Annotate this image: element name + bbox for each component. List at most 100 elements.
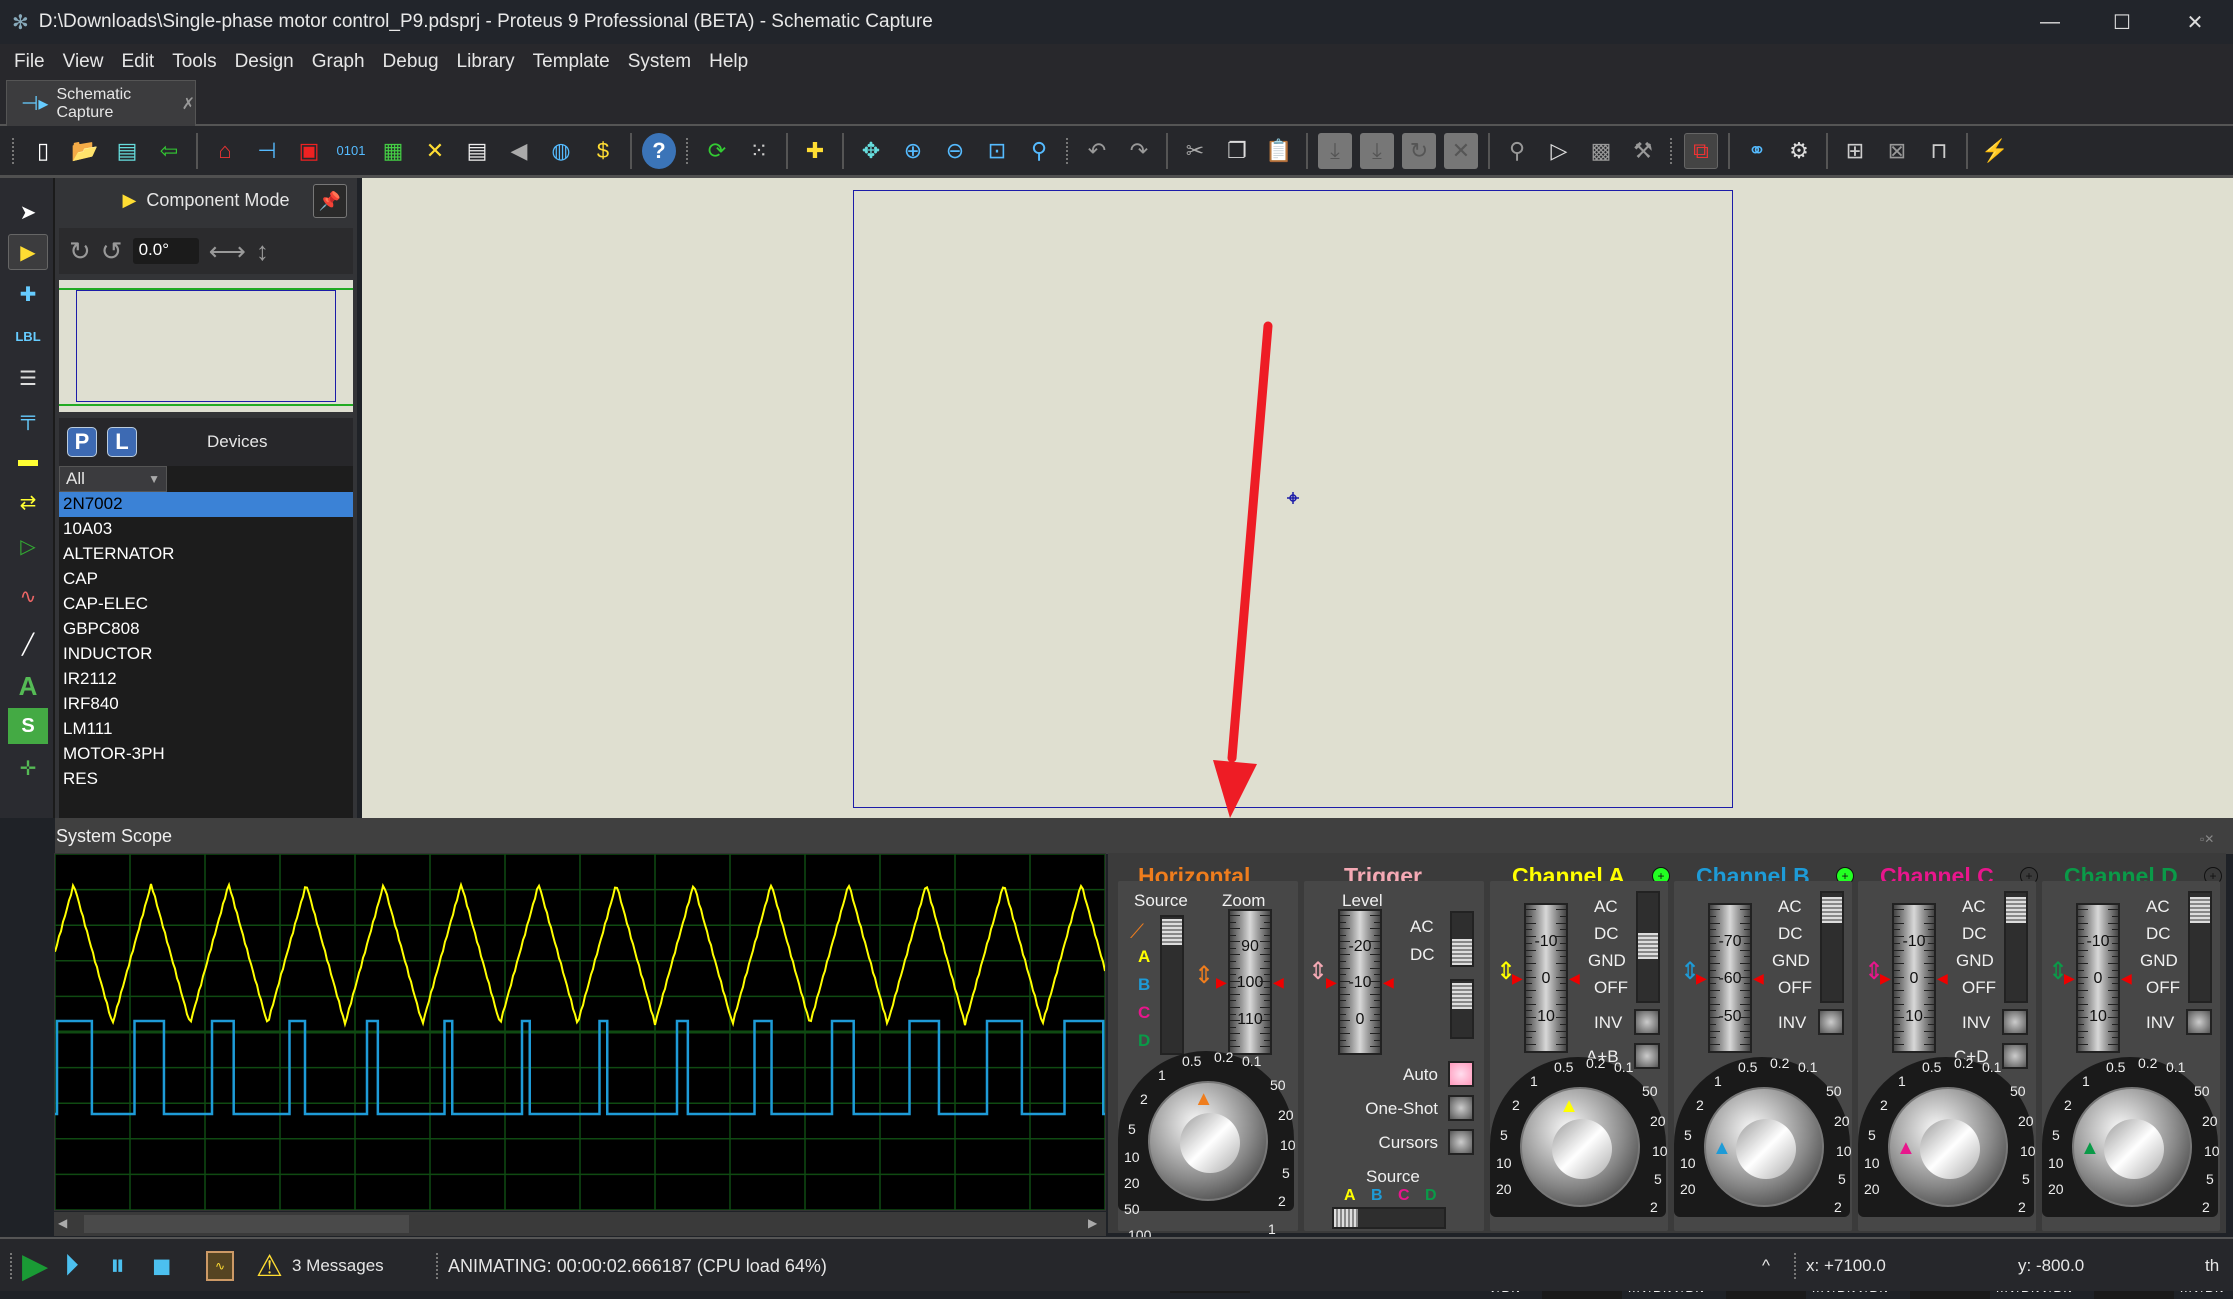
device-item-10a03[interactable]: 10A03 bbox=[59, 517, 353, 542]
pick-devices-button[interactable]: P bbox=[67, 427, 97, 457]
trigger-source-b[interactable]: B bbox=[1371, 1187, 1383, 1205]
pan-icon[interactable]: ✥ bbox=[854, 133, 888, 169]
scope-horizontal-scrollbar[interactable]: ◀ ▶ bbox=[54, 1212, 1106, 1236]
source-slider[interactable] bbox=[1160, 915, 1184, 1055]
zoom-scale[interactable]: 90 100 110 bbox=[1228, 909, 1272, 1055]
minimize-button[interactable]: — bbox=[2015, 0, 2085, 44]
channel-a-coupling-switch[interactable] bbox=[1636, 891, 1660, 1003]
decompose-icon[interactable]: ⚒ bbox=[1626, 133, 1660, 169]
menu-file[interactable]: File bbox=[14, 51, 45, 73]
stop-icon[interactable]: ■ bbox=[152, 1239, 171, 1293]
switch-thumb[interactable] bbox=[1452, 983, 1472, 1009]
one-shot-button[interactable] bbox=[1448, 1095, 1474, 1121]
tab-schematic-capture[interactable]: ⊣▸ Schematic Capture ✗ bbox=[6, 80, 196, 126]
save-icon[interactable]: ▤ bbox=[110, 133, 144, 169]
electrical-rule-check-icon[interactable]: ⚡ bbox=[1978, 133, 2012, 169]
new-file-icon[interactable]: ▯ bbox=[26, 133, 60, 169]
goto-child-icon[interactable]: ⊓ bbox=[1922, 133, 1956, 169]
device-item-cap[interactable]: CAP bbox=[59, 567, 353, 592]
status-grip[interactable] bbox=[10, 1253, 14, 1279]
trigger-source-d[interactable]: D bbox=[1425, 1187, 1437, 1205]
make-device-icon[interactable]: ▷ bbox=[1542, 133, 1576, 169]
cut-icon[interactable]: ✂ bbox=[1178, 133, 1212, 169]
trigger-source-c[interactable]: C bbox=[1398, 1187, 1410, 1205]
channel-b-coupling-switch[interactable] bbox=[1820, 891, 1844, 1003]
junction-dot-icon[interactable]: ✚ bbox=[8, 276, 48, 312]
paste-icon[interactable]: 📋 bbox=[1262, 133, 1296, 169]
channel-a-position-scale[interactable]: -10 0 10 bbox=[1524, 903, 1568, 1053]
source-b-option[interactable]: B bbox=[1138, 975, 1150, 995]
messages-count[interactable]: 3 Messages bbox=[292, 1239, 384, 1293]
channel-c-coupling-switch[interactable] bbox=[2004, 891, 2028, 1003]
toolbar-grip[interactable] bbox=[686, 137, 690, 164]
expand-caret-icon[interactable]: ^ bbox=[1762, 1239, 1770, 1293]
panel-splitter[interactable] bbox=[55, 818, 2233, 854]
channel-a-sum-button[interactable] bbox=[1634, 1043, 1660, 1069]
zoom-in-icon[interactable]: ⊕ bbox=[896, 133, 930, 169]
pcb-chip-icon[interactable]: ▣ bbox=[292, 133, 326, 169]
zoom-area-icon[interactable]: ⚲ bbox=[1022, 133, 1056, 169]
ramp-source-icon[interactable]: ⟋ bbox=[1130, 921, 1144, 944]
flip-horizontal-icon[interactable]: ⟷ bbox=[209, 236, 246, 267]
channel-c-sum-button[interactable] bbox=[2002, 1043, 2028, 1069]
device-filter-select[interactable]: All ▼ bbox=[59, 466, 167, 492]
close-button[interactable]: ✕ bbox=[2160, 0, 2230, 44]
switch-thumb[interactable] bbox=[1452, 939, 1472, 965]
subcircuit-icon[interactable]: ▬ bbox=[8, 442, 48, 478]
scope-icon[interactable]: ∿ bbox=[206, 1239, 234, 1293]
coupling-switch[interactable] bbox=[1450, 911, 1474, 967]
search-binoculars-icon[interactable]: ⚭ bbox=[1740, 133, 1774, 169]
channel-d-position-scale[interactable]: -10 0 10 bbox=[2076, 903, 2120, 1053]
timebase-knob[interactable]: ▲ bbox=[1704, 1087, 1824, 1207]
copy-icon[interactable]: ❐ bbox=[1220, 133, 1254, 169]
timebase-knob[interactable]: ▲ bbox=[1520, 1087, 1640, 1207]
2d-line-icon[interactable]: ╱ bbox=[8, 626, 48, 662]
schematic-icon[interactable]: ⊣ bbox=[250, 133, 284, 169]
toolbar-grip[interactable] bbox=[1066, 137, 1070, 164]
text-script-icon[interactable]: ☰ bbox=[8, 360, 48, 396]
menu-template[interactable]: Template bbox=[533, 51, 610, 73]
2d-symbol-icon[interactable]: S bbox=[8, 708, 48, 744]
binary-icon[interactable]: 0101 bbox=[334, 133, 368, 169]
toolbar-grip[interactable] bbox=[12, 137, 16, 164]
pick-device-icon[interactable]: ⚲ bbox=[1500, 133, 1534, 169]
channel-c-position-scale[interactable]: -10 0 10 bbox=[1892, 903, 1936, 1053]
rotate-anticlockwise-icon[interactable]: ↺ bbox=[101, 236, 123, 267]
slider-thumb[interactable] bbox=[1162, 919, 1182, 945]
menu-graph[interactable]: Graph bbox=[312, 51, 365, 73]
device-item-lm111[interactable]: LM111 bbox=[59, 717, 353, 742]
slider-thumb[interactable] bbox=[1334, 1209, 1358, 1227]
package-icon[interactable]: ▩ bbox=[1584, 133, 1618, 169]
zoom-out-icon[interactable]: ⊖ bbox=[938, 133, 972, 169]
block-rotate-icon[interactable]: ↻ bbox=[1402, 132, 1436, 169]
import-icon[interactable]: ⇦ bbox=[152, 133, 186, 169]
scope-window-controls-icon[interactable]: ▫✕ bbox=[2200, 832, 2214, 846]
step-icon[interactable]: ⏵ bbox=[64, 1239, 79, 1293]
terminals-icon[interactable]: ⇄ bbox=[8, 484, 48, 520]
netlist-tool-icon[interactable]: ✕ bbox=[418, 133, 452, 169]
speaker-icon[interactable]: ◀ bbox=[502, 133, 536, 169]
2d-text-icon[interactable]: A bbox=[8, 668, 48, 704]
menu-design[interactable]: Design bbox=[235, 51, 294, 73]
timebase-knob[interactable]: ▲ bbox=[1888, 1087, 2008, 1207]
device-item-gbpc808[interactable]: GBPC808 bbox=[59, 617, 353, 642]
source-a-option[interactable]: A bbox=[1138, 947, 1150, 967]
home-icon[interactable]: ⌂ bbox=[208, 133, 242, 169]
delete-sheet-icon[interactable]: ⊠ bbox=[1880, 133, 1914, 169]
timebase-knob[interactable]: ▲ bbox=[1148, 1081, 1268, 1201]
switch-thumb[interactable] bbox=[1822, 897, 1842, 923]
graph-mode-icon[interactable]: ∿ bbox=[8, 578, 48, 614]
scroll-thumb[interactable] bbox=[84, 1215, 409, 1233]
toolbar-grip[interactable] bbox=[1670, 137, 1674, 164]
block-copy-icon[interactable]: ⤓ bbox=[1318, 132, 1352, 169]
open-folder-icon[interactable]: 📂 bbox=[68, 133, 102, 169]
library-manager-button[interactable]: L bbox=[107, 427, 137, 457]
device-list[interactable]: 2N7002 10A03 ALTERNATOR CAP CAP-ELEC GBP… bbox=[59, 492, 353, 818]
tab-close-icon[interactable]: ✗ bbox=[182, 94, 195, 114]
trigger-level-scale[interactable]: -20 -10 0 bbox=[1338, 909, 1382, 1055]
buses-icon[interactable]: ╤ bbox=[8, 400, 48, 436]
maximize-button[interactable]: ☐ bbox=[2087, 0, 2157, 44]
new-sheet-icon[interactable]: ⊞ bbox=[1838, 133, 1872, 169]
device-item-cap-elec[interactable]: CAP-ELEC bbox=[59, 592, 353, 617]
marker-icon[interactable]: ✛ bbox=[8, 750, 48, 786]
